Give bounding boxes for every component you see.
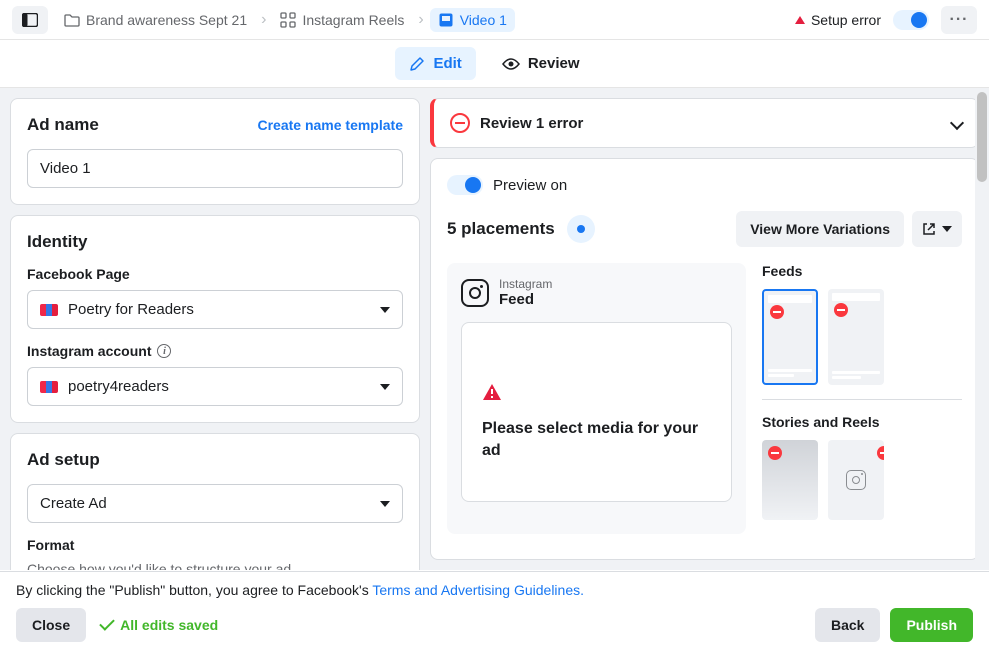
breadcrumb-campaign-label: Brand awareness Sept 21 bbox=[86, 12, 247, 28]
breadcrumb: Brand awareness Sept 21 › Instagram Reel… bbox=[56, 8, 787, 32]
right-column: Review 1 error Preview on 5 placements V… bbox=[430, 88, 989, 570]
format-label: Format bbox=[27, 537, 403, 553]
caret-down-icon bbox=[942, 226, 952, 232]
instagram-account-label: Instagram accounti bbox=[27, 343, 403, 359]
ad-name-card: Ad name Create name template bbox=[10, 98, 420, 205]
placement-thumbnail-story-1[interactable] bbox=[762, 440, 818, 520]
panel-toggle-button[interactable] bbox=[12, 6, 48, 34]
instagram-icon bbox=[461, 279, 489, 307]
preview-main: Instagram Feed Please select media for y… bbox=[447, 263, 746, 534]
breadcrumb-ad[interactable]: Video 1 bbox=[430, 8, 515, 32]
view-more-variations-button[interactable]: View More Variations bbox=[736, 211, 904, 247]
error-triangle-icon bbox=[795, 16, 805, 24]
page-avatar-icon bbox=[40, 381, 58, 393]
facebook-page-select[interactable]: Poetry for Readers bbox=[27, 290, 403, 329]
folder-icon bbox=[64, 12, 80, 28]
ad-setup-title: Ad setup bbox=[27, 450, 403, 470]
error-banner[interactable]: Review 1 error bbox=[430, 98, 979, 148]
error-circle-icon bbox=[450, 113, 470, 133]
facebook-page-value: Poetry for Readers bbox=[68, 301, 194, 318]
preview-toggle-label: Preview on bbox=[493, 177, 567, 194]
top-right: Setup error ··· bbox=[795, 6, 977, 34]
instagram-account-select[interactable]: poetry4readers bbox=[27, 367, 403, 406]
ad-setup-card: Ad setup Create Ad Format Choose how you… bbox=[10, 433, 420, 570]
open-external-button[interactable] bbox=[912, 211, 962, 247]
thumbnails-column: Feeds Stories a bbox=[762, 263, 962, 534]
ad-name-input[interactable] bbox=[27, 149, 403, 188]
tab-edit[interactable]: Edit bbox=[395, 47, 475, 80]
panel-icon bbox=[22, 13, 38, 27]
pulse-indicator-icon bbox=[567, 215, 595, 243]
preview-card: Preview on 5 placements View More Variat… bbox=[430, 158, 979, 560]
ellipsis-icon: ··· bbox=[950, 11, 969, 29]
error-badge-icon bbox=[834, 303, 848, 317]
checkmark-icon bbox=[99, 615, 115, 631]
publish-button[interactable]: Publish bbox=[890, 608, 973, 642]
caret-down-icon bbox=[380, 384, 390, 390]
adset-icon bbox=[280, 12, 296, 28]
setup-error-text: Setup error bbox=[811, 12, 881, 28]
top-toggle[interactable] bbox=[893, 10, 929, 30]
more-menu-button[interactable]: ··· bbox=[941, 6, 977, 34]
chevron-right-icon: › bbox=[418, 11, 423, 29]
save-status-text: All edits saved bbox=[120, 617, 218, 633]
setup-error-label: Setup error bbox=[795, 12, 881, 28]
main-area: Ad name Create name template Identity Fa… bbox=[0, 88, 989, 570]
preview-platform-label: Instagram bbox=[499, 277, 552, 291]
preview-toggle[interactable] bbox=[447, 175, 483, 195]
tabs: Edit Review bbox=[0, 40, 989, 88]
chevron-right-icon: › bbox=[261, 11, 266, 29]
chevron-down-icon bbox=[950, 116, 964, 130]
tab-edit-label: Edit bbox=[433, 55, 461, 72]
scrollbar[interactable] bbox=[975, 88, 989, 570]
close-button[interactable]: Close bbox=[16, 608, 86, 642]
ad-setup-mode-select[interactable]: Create Ad bbox=[27, 484, 403, 523]
breadcrumb-ad-label: Video 1 bbox=[460, 12, 507, 28]
breadcrumb-adset-label: Instagram Reels bbox=[302, 12, 404, 28]
breadcrumb-campaign[interactable]: Brand awareness Sept 21 bbox=[56, 8, 255, 32]
page-avatar-icon bbox=[40, 304, 58, 316]
breadcrumb-adset[interactable]: Instagram Reels bbox=[272, 8, 412, 32]
caret-down-icon bbox=[380, 307, 390, 313]
ad-icon bbox=[438, 12, 454, 28]
placement-thumbnail-feed-2[interactable] bbox=[828, 289, 884, 385]
back-button[interactable]: Back bbox=[815, 608, 880, 642]
tab-review[interactable]: Review bbox=[488, 47, 594, 80]
footer-notice: By clicking the "Publish" button, you ag… bbox=[16, 582, 973, 598]
terms-link[interactable]: Terms and Advertising Guidelines. bbox=[372, 582, 584, 598]
media-empty-text: Please select media for your ad bbox=[482, 418, 711, 461]
eye-icon bbox=[502, 58, 520, 70]
save-status: All edits saved bbox=[100, 617, 218, 633]
error-badge-icon bbox=[768, 446, 782, 460]
identity-title: Identity bbox=[27, 232, 403, 252]
preview-surface-label: Feed bbox=[499, 291, 552, 308]
warning-triangle-icon bbox=[482, 383, 502, 406]
format-subtext: Choose how you'd like to structure your … bbox=[27, 561, 403, 570]
placement-thumbnail-story-2[interactable] bbox=[828, 440, 884, 520]
tab-review-label: Review bbox=[528, 55, 580, 72]
stories-section-title: Stories and Reels bbox=[762, 414, 962, 430]
placement-thumbnail-feed-1[interactable] bbox=[762, 289, 818, 385]
ad-name-title: Ad name bbox=[27, 115, 99, 135]
external-link-icon bbox=[922, 222, 936, 236]
instagram-mini-icon bbox=[846, 470, 866, 490]
error-badge-icon bbox=[770, 305, 784, 319]
media-empty-card: Please select media for your ad bbox=[461, 322, 732, 502]
ad-setup-mode-value: Create Ad bbox=[40, 495, 107, 512]
feeds-section-title: Feeds bbox=[762, 263, 962, 279]
top-bar: Brand awareness Sept 21 › Instagram Reel… bbox=[0, 0, 989, 40]
pencil-icon bbox=[409, 56, 425, 72]
identity-card: Identity Facebook Page Poetry for Reader… bbox=[10, 215, 420, 423]
error-badge-icon bbox=[877, 446, 884, 460]
footer: By clicking the "Publish" button, you ag… bbox=[0, 571, 989, 656]
instagram-account-value: poetry4readers bbox=[68, 378, 169, 395]
create-name-template-link[interactable]: Create name template bbox=[257, 117, 403, 133]
facebook-page-label: Facebook Page bbox=[27, 266, 403, 282]
caret-down-icon bbox=[380, 501, 390, 507]
error-banner-text: Review 1 error bbox=[480, 115, 583, 132]
left-column: Ad name Create name template Identity Fa… bbox=[0, 88, 430, 570]
info-icon[interactable]: i bbox=[157, 344, 171, 358]
placements-count: 5 placements bbox=[447, 219, 555, 239]
